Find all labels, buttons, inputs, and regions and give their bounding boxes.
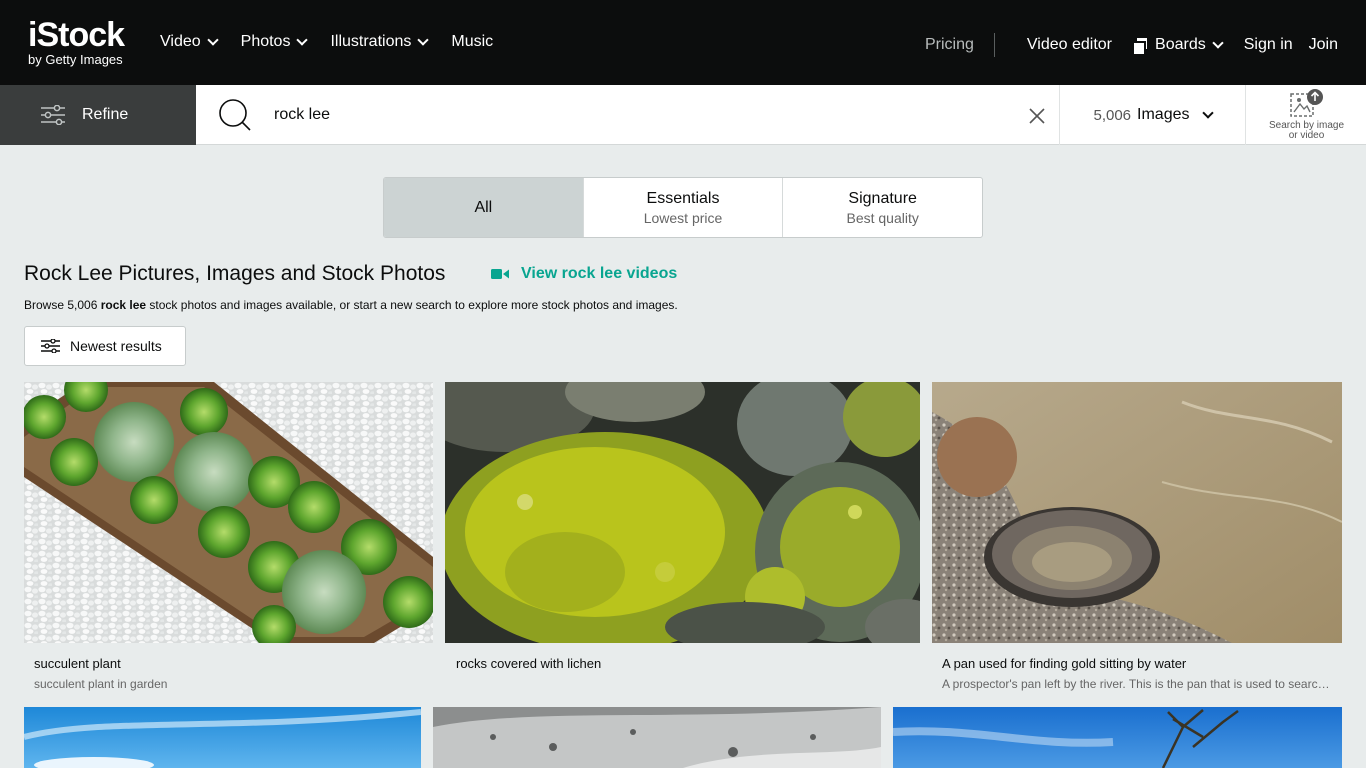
result-title[interactable]: succulent plant (34, 656, 424, 671)
nav-illustrations-label: Illustrations (330, 33, 412, 50)
sort-order-button[interactable]: Newest results (24, 326, 186, 366)
boards-menu[interactable]: Boards (1134, 36, 1224, 54)
tab-essentials[interactable]: Essentials Lowest price (584, 178, 784, 237)
filter-sliders-icon (41, 105, 65, 125)
gold-pan-photo (932, 382, 1342, 643)
tab-essentials-subtitle: Lowest price (643, 209, 723, 226)
refine-label: Refine (82, 106, 129, 123)
boards-label: Boards (1155, 36, 1206, 53)
succulent-photo (24, 382, 433, 643)
top-navigation: iStock by Getty Images Video Photos Illu… (0, 0, 1366, 85)
sign-in-label: Sign in (1243, 36, 1293, 53)
media-type-select[interactable]: 5,006 Images (1059, 85, 1245, 145)
result-image-lichen-rocks[interactable] (445, 382, 920, 643)
result-image-gold-pan[interactable] (932, 382, 1342, 643)
result-image-sky-1[interactable] (24, 707, 421, 768)
result-title[interactable]: rocks covered with lichen (456, 656, 911, 671)
chevron-down-icon (206, 34, 219, 46)
search-by-image-button[interactable]: Search by image or video (1245, 85, 1366, 145)
nav-video[interactable]: Video (160, 33, 219, 51)
search-bar: Refine 5,006 Images Search by image or v… (0, 85, 1366, 145)
video-camera-icon (491, 269, 509, 279)
nav-photos[interactable]: Photos (240, 33, 309, 51)
view-videos-label: View rock lee videos (521, 265, 678, 282)
video-editor-label: Video editor (1026, 36, 1113, 53)
logo-tagline: by Getty Images (28, 52, 123, 67)
search-by-image-label: Search by image or video (1246, 121, 1366, 141)
media-type-label: Images (1137, 106, 1190, 123)
image-upload-icon (1290, 89, 1323, 117)
nav-video-label: Video (160, 33, 201, 50)
license-filter-tabs: All Essentials Lowest price Signature Be… (383, 177, 983, 238)
result-image-sky-tree[interactable] (893, 707, 1342, 768)
sort-sliders-icon (41, 339, 60, 353)
clear-search-icon[interactable] (1026, 105, 1048, 127)
chevron-down-icon (1201, 107, 1214, 119)
view-videos-link[interactable]: View rock lee videos (491, 265, 677, 283)
boards-icon (1134, 38, 1148, 54)
sort-order-label: Newest results (70, 338, 162, 354)
result-title[interactable]: A pan used for finding gold sitting by w… (942, 656, 1334, 671)
tab-signature[interactable]: Signature Best quality (783, 178, 982, 237)
nav-photos-label: Photos (240, 33, 291, 50)
tab-all[interactable]: All (384, 178, 584, 237)
stone-texture-photo (433, 707, 881, 768)
search-input[interactable] (270, 97, 1010, 133)
sign-in-link[interactable]: Sign in (1244, 36, 1293, 54)
tab-essentials-title: Essentials (646, 189, 720, 207)
browse-prefix: Browse 5,006 (24, 298, 101, 312)
browse-query: rock lee (100, 298, 147, 312)
chevron-down-icon (296, 34, 309, 46)
result-description: A prospector's pan left by the river. Th… (942, 677, 1334, 691)
join-label: Join (1308, 36, 1338, 53)
nav-music-label: Music (451, 33, 494, 50)
page-title: Rock Lee Pictures, Images and Stock Phot… (24, 262, 446, 285)
tab-signature-subtitle: Best quality (846, 209, 919, 226)
refine-button[interactable]: Refine (0, 85, 196, 145)
logo-wordmark: iStock (28, 16, 125, 54)
account-nav: Pricing Video editor Boards Sign in Join (925, 33, 1338, 57)
result-count: 5,006 (1093, 106, 1132, 124)
result-description: succulent plant in garden (34, 677, 168, 691)
search-icon[interactable] (218, 98, 252, 132)
nav-divider (993, 33, 995, 57)
lichen-rocks-photo (445, 382, 920, 643)
istock-logo[interactable]: iStock by Getty Images (28, 16, 125, 67)
nav-illustrations[interactable]: Illustrations (330, 33, 430, 51)
chevron-down-icon (417, 34, 430, 46)
tab-signature-title: Signature (848, 189, 917, 207)
primary-nav: Video Photos Illustrations Music (160, 33, 493, 51)
chevron-down-icon (1212, 37, 1224, 49)
search-by-image-line2: or video (1288, 130, 1325, 141)
sky-photo (24, 707, 421, 768)
nav-music[interactable]: Music (451, 33, 493, 51)
result-image-stone-texture[interactable] (433, 707, 881, 768)
browse-suffix: stock photos and images available, or st… (146, 298, 678, 312)
result-image-succulent[interactable] (24, 382, 433, 643)
tab-all-title: All (474, 198, 493, 216)
sky-tree-photo (893, 707, 1342, 768)
browse-description: Browse 5,006 rock lee stock photos and i… (24, 298, 678, 312)
join-link[interactable]: Join (1309, 36, 1338, 54)
pricing-link[interactable]: Pricing (925, 36, 974, 54)
video-editor-link[interactable]: Video editor (1027, 36, 1112, 54)
